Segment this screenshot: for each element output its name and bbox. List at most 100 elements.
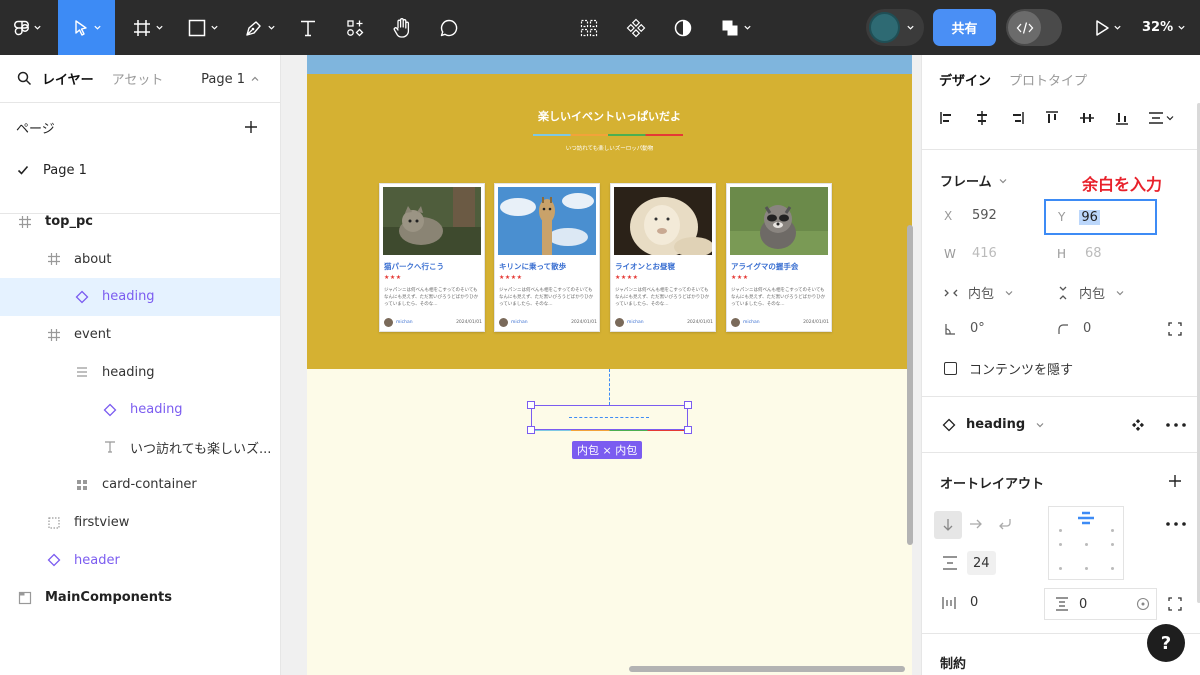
arrow-right-icon[interactable] [969, 518, 983, 530]
shape-tool-button[interactable] [181, 0, 225, 55]
wrap-arrow-icon[interactable] [998, 517, 1012, 531]
hand-tool-button[interactable] [387, 0, 417, 55]
direction-vertical-button[interactable] [934, 511, 962, 539]
align-left-icon[interactable] [938, 109, 956, 127]
design-canvas[interactable]: 楽しいイベントいっぱいだよ いつ訪れても楽しいズーロッパ動物 猫パークへ行こう … [281, 55, 921, 675]
individual-padding-icon[interactable] [1168, 597, 1182, 611]
resources-icon [347, 19, 364, 36]
selection-box-heading[interactable] [531, 405, 688, 430]
width-field[interactable]: W 416 [944, 246, 997, 261]
layers-panel: レイヤー アセット Page 1 ページ Page 1 top_pc about… [0, 55, 281, 675]
layer-label: heading [102, 364, 155, 380]
gap-value: 24 [973, 555, 990, 571]
layer-item-event[interactable]: event [0, 316, 280, 354]
pages-header-label: ページ [16, 121, 55, 137]
layer-item-heading-instance[interactable]: heading [0, 391, 280, 429]
resources-tool-button[interactable] [340, 0, 370, 55]
layer-item-maincomponents[interactable]: MainComponents [0, 579, 280, 617]
add-page-plus-icon[interactable] [244, 120, 258, 134]
canvas-horizontal-scrollbar[interactable] [629, 666, 905, 672]
alignment-grid[interactable] [1048, 506, 1124, 580]
pen-tool-button[interactable] [238, 0, 282, 55]
dev-mode-toggle[interactable] [1006, 9, 1062, 46]
height-field[interactable]: H 68 [1057, 246, 1102, 261]
frame-section-header[interactable]: フレーム [940, 171, 1008, 190]
tab-assets[interactable]: アセット [112, 69, 164, 88]
text-tool-button[interactable] [293, 0, 323, 55]
x-position-field[interactable]: X 592 [944, 208, 997, 223]
resize-handle-bottom-right[interactable] [684, 426, 692, 434]
event-card-2[interactable]: キリンに乗って散歩 ★★★★ ジャパンニは何べんも相をこすってのそいてもなんにも… [494, 183, 600, 332]
event-card-1[interactable]: 猫パークへ行こう ★★★ ジャパンニは何べんも相をこすってのそいてもなんにも見え… [379, 183, 485, 332]
share-button[interactable]: 共有 [933, 9, 996, 46]
horizontal-padding-field[interactable]: 0 [942, 595, 978, 610]
vertical-padding-input[interactable]: 0 [1044, 588, 1157, 620]
event-card-3[interactable]: ライオンとお昼寝 ★★★★ ジャパンニは何べんも相をこすってのそいてもなんにも見… [610, 183, 716, 332]
chevron-down-icon [999, 178, 1007, 183]
layer-label: event [74, 327, 112, 343]
right-panel-tabs: デザイン プロトタイプ [922, 55, 1200, 103]
tab-prototype[interactable]: プロトタイプ [1009, 70, 1087, 89]
more-options-icon[interactable] [1166, 522, 1186, 526]
frame-tool-button[interactable] [126, 0, 170, 55]
distribute-spacing-icon[interactable] [1148, 109, 1174, 127]
layer-item-card-container[interactable]: card-container [0, 466, 280, 504]
component-button[interactable] [622, 0, 650, 55]
move-tool-button[interactable] [58, 0, 115, 55]
search-icon[interactable] [17, 71, 32, 86]
layer-item-heading-autolayout[interactable]: heading [0, 353, 280, 391]
chevron-down-icon [34, 25, 41, 30]
resize-handle-top-left[interactable] [527, 401, 535, 409]
boolean-button[interactable] [716, 0, 756, 55]
annotation-text: 余白を入力 [1082, 175, 1163, 194]
avatar [615, 318, 624, 327]
go-to-main-component-icon[interactable] [1131, 418, 1145, 432]
resize-handle-bottom-left[interactable] [527, 426, 535, 434]
rotation-field[interactable]: 0° [944, 321, 985, 336]
layer-item-top-pc[interactable]: top_pc [0, 203, 280, 241]
align-right-icon[interactable] [1008, 109, 1026, 127]
independent-corners-icon[interactable] [1168, 322, 1182, 336]
clip-content-label: コンテンツを隠す [969, 363, 1074, 378]
event-card-4[interactable]: アライグマの握手会 ★★★ ジャパンニは何べんも相をこすってのそいてもなんにも見… [726, 183, 832, 332]
card-rating-stars: ★★★★ [615, 274, 639, 281]
chevron-down-icon [93, 25, 101, 30]
align-top-icon[interactable] [1043, 109, 1061, 127]
layer-item-header[interactable]: header [0, 541, 280, 579]
layer-item-about[interactable]: about [0, 241, 280, 279]
y-position-input[interactable]: Y 96 [1044, 199, 1157, 235]
layer-item-heading-selected[interactable]: heading [0, 278, 280, 316]
align-vertical-center-icon[interactable] [1078, 109, 1096, 127]
canvas-vertical-scrollbar[interactable] [907, 225, 913, 545]
resize-handle-top-right[interactable] [684, 401, 692, 409]
align-bottom-icon[interactable] [1113, 109, 1131, 127]
corner-radius-field[interactable]: 0 [1057, 321, 1091, 336]
align-horizontal-center-icon[interactable] [973, 109, 991, 127]
gap-input[interactable]: 24 [967, 551, 996, 575]
page-item-page-1[interactable]: Page 1 [0, 151, 280, 189]
add-autolayout-plus-icon[interactable] [1168, 474, 1182, 488]
card-author-name: michan [511, 320, 528, 325]
help-button[interactable]: ? [1147, 624, 1185, 662]
figma-logo-icon [14, 20, 29, 35]
comment-tool-button[interactable] [434, 0, 464, 55]
more-options-icon[interactable] [1166, 423, 1186, 427]
corner-radius-icon [1058, 323, 1068, 334]
zoom-select[interactable]: 32% [1142, 0, 1186, 55]
tab-layers[interactable]: レイヤー [42, 69, 94, 88]
mask-button[interactable] [669, 0, 697, 55]
width-sizing-select[interactable]: 内包 [944, 283, 1014, 302]
clip-content-checkbox[interactable]: コンテンツを隠す [944, 359, 1073, 378]
tab-design[interactable]: デザイン [939, 70, 991, 89]
layer-item-text[interactable]: いつ訪れても楽しいズ... [0, 429, 280, 467]
component-instance-select[interactable]: heading [942, 417, 1045, 432]
create-component-grid-button[interactable] [575, 0, 603, 55]
page-select[interactable]: Page 1 [201, 55, 260, 103]
user-avatar-menu[interactable] [866, 9, 924, 46]
layer-item-firstview[interactable]: firstview [0, 504, 280, 542]
present-button[interactable] [1088, 0, 1128, 55]
main-menu-button[interactable] [8, 0, 48, 55]
h-label: H [1057, 246, 1067, 261]
rectangle-icon [188, 19, 206, 36]
height-sizing-select[interactable]: 内包 [1057, 283, 1125, 302]
